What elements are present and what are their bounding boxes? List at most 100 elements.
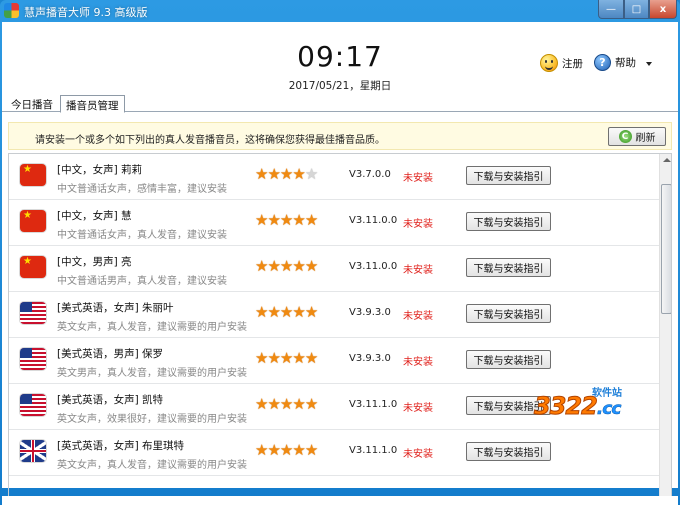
voice-row: [中文，男声] 亮中文普通话男声，真人发音，建议安装★★★★★V3.11.0.0… [9, 246, 659, 292]
app-window: 慧声播音大师 9.3 高级版 — □ x 09:17 2017/05/21，星期… [0, 0, 680, 505]
rating-star-icon: ★ [292, 441, 305, 459]
bottom-band [2, 496, 678, 505]
voice-version: V3.9.3.0 [349, 307, 391, 318]
window-title: 慧声播音大师 9.3 高级版 [24, 6, 148, 19]
download-install-guide-button[interactable]: 下载与安装指引 [466, 304, 551, 323]
voice-version: V3.7.0.0 [349, 169, 391, 180]
install-status: 未安装 [403, 219, 433, 230]
watermark-number: 3322 [534, 392, 599, 421]
rating-star-icon: ★ [304, 441, 318, 459]
tab-announcer-management[interactable]: 播音员管理 [60, 95, 125, 113]
refresh-label: 刷新 [635, 133, 656, 144]
help-link[interactable]: ? 帮助 [594, 54, 636, 71]
install-status: 未安装 [403, 403, 433, 414]
rating-star-icon: ★ [304, 349, 318, 367]
rating-star-icon: ★ [255, 165, 268, 183]
voice-rating: ★★★★★ [255, 395, 318, 413]
voice-rating: ★★★★★ [255, 257, 318, 275]
scroll-up-arrow-icon[interactable] [663, 158, 671, 162]
clock-date: 2017/05/21，星期日 [288, 80, 392, 92]
voice-version: V3.11.0.0 [349, 215, 398, 226]
rating-star-icon: ★ [255, 211, 268, 229]
install-status: 未安装 [403, 311, 433, 322]
app-logo-icon [4, 3, 19, 18]
rating-star-icon: ★ [255, 441, 268, 459]
watermark-main-text: 3322.cc [534, 392, 622, 421]
rating-star-icon: ★ [292, 257, 305, 275]
install-status: 未安装 [403, 265, 433, 276]
flag-us-icon [20, 394, 46, 416]
rating-star-icon: ★ [279, 395, 293, 413]
rating-star-icon: ★ [267, 395, 280, 413]
minimize-button[interactable]: — [598, 0, 624, 19]
voice-rating: ★★★★★ [255, 349, 318, 367]
refresh-icon: C [618, 130, 632, 143]
watermark-suffix: .cc [596, 399, 622, 420]
refresh-button[interactable]: C 刷新 [608, 127, 666, 146]
voice-list: [中文，女声] 莉莉中文普通话女声，感情丰富，建议安装★★★★★V3.7.0.0… [8, 153, 672, 496]
voice-name: [英式英语，女声] 布里琪特 [57, 440, 185, 452]
voice-rating: ★★★★★ [255, 211, 318, 229]
rating-star-icon: ★ [267, 165, 280, 183]
voice-description: 中文普通话女声，真人发音，建议安装 [57, 230, 227, 241]
menu-dropdown-arrow-icon[interactable] [646, 62, 652, 66]
voice-version: V3.11.1.0 [349, 445, 398, 456]
voice-name: [美式英语，女声] 朱丽叶 [57, 302, 174, 314]
help-label: 帮助 [615, 57, 636, 69]
voice-rating: ★★★★★ [255, 165, 318, 183]
rating-star-icon: ★ [292, 165, 305, 183]
flag-us-icon [20, 348, 46, 370]
voice-rating: ★★★★★ [255, 441, 318, 459]
vertical-scrollbar[interactable] [659, 154, 671, 496]
flag-us-icon [20, 302, 46, 324]
rating-star-icon: ★ [292, 303, 305, 321]
rating-star-icon: ★ [279, 349, 293, 367]
rating-star-icon: ★ [267, 257, 280, 275]
register-link[interactable]: 注册 [540, 54, 583, 72]
rating-star-icon: ★ [279, 165, 293, 183]
close-button[interactable]: x [649, 0, 677, 19]
install-status: 未安装 [403, 173, 433, 184]
rating-star-icon: ★ [304, 257, 318, 275]
scrollbar-thumb[interactable] [661, 184, 671, 314]
rating-star-icon: ★ [304, 395, 318, 413]
title-bar[interactable]: 慧声播音大师 9.3 高级版 — □ x [0, 0, 680, 22]
rating-star-icon: ★ [304, 303, 318, 321]
rating-star-icon: ★ [279, 211, 293, 229]
download-install-guide-button[interactable]: 下载与安装指引 [466, 350, 551, 369]
voice-description: 英文女声，真人发音，建议需要的用户安装 [57, 460, 247, 471]
voice-description: 中文普通话男声，真人发音，建议安装 [57, 276, 227, 287]
voice-description: 英文女声，真人发音，建议需要的用户安装 [57, 322, 247, 333]
voice-row: [英式英语，女声] 布里琪特英文女声，真人发音，建议需要的用户安装 ★★★★★ V3… [9, 430, 659, 476]
rating-star-icon: ★ [267, 349, 280, 367]
site-watermark-logo: 软件站 3322.cc [534, 384, 646, 428]
tab-today-broadcast[interactable]: 今日播音 [6, 95, 58, 112]
rating-star-icon: ★ [292, 395, 305, 413]
install-status: 未安装 [403, 357, 433, 368]
flag-gb-icon [20, 440, 46, 462]
register-label: 注册 [562, 57, 583, 70]
voice-description: 英文男声，真人发音，建议需要的用户安装 [57, 368, 247, 379]
download-install-guide-button[interactable]: 下载与安装指引 [466, 258, 551, 277]
rating-star-icon: ★ [292, 211, 305, 229]
voice-name: [中文，女声] 慧 [57, 210, 132, 222]
voice-name: [美式英语，女声] 凯特 [57, 394, 164, 406]
rating-star-icon: ★ [267, 441, 280, 459]
rating-star-icon: ★ [304, 165, 318, 183]
maximize-button[interactable]: □ [624, 0, 649, 19]
rating-star-icon: ★ [255, 303, 268, 321]
notice-bar: 请安装一个或多个如下列出的真人发音播音员，这将确保您获得最佳播音品质。 C 刷新 [8, 122, 672, 150]
download-install-guide-button[interactable]: 下载与安装指引 [466, 442, 551, 461]
rating-star-icon: ★ [255, 349, 268, 367]
voice-name: [中文，女声] 莉莉 [57, 164, 143, 176]
voice-row: [美式英语，女声] 朱丽叶 英文女声，真人发音，建议需要的用户安装 ★★★★★ V3.… [9, 292, 659, 338]
tab-bar: 今日播音 播音员管理 [2, 95, 678, 113]
voice-version: V3.9.3.0 [349, 353, 391, 364]
help-question-icon: ? [594, 54, 611, 71]
download-install-guide-button[interactable]: 下载与安装指引 [466, 212, 551, 231]
voice-description: 中文普通话女声，感情丰富，建议安装 [57, 184, 227, 195]
rating-star-icon: ★ [255, 395, 268, 413]
rating-star-icon: ★ [267, 303, 280, 321]
rating-star-icon: ★ [267, 211, 280, 229]
download-install-guide-button[interactable]: 下载与安装指引 [466, 166, 551, 185]
